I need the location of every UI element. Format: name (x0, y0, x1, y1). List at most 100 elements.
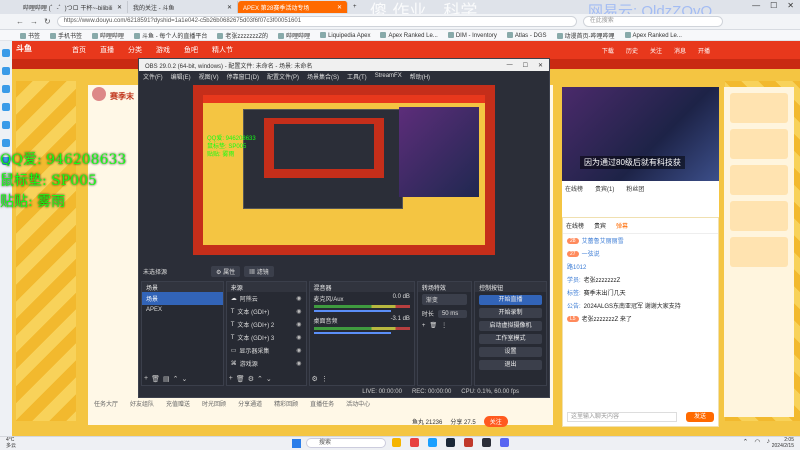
gift-item[interactable] (730, 237, 788, 267)
weather-widget[interactable]: 4°C 多云 (6, 437, 16, 449)
more-icon[interactable]: ⋮ (441, 322, 447, 329)
taskbar-clock[interactable]: 2:05 2024/2/15 (772, 437, 794, 449)
add-icon[interactable]: + (144, 375, 148, 383)
settings-icon[interactable]: ⚙ (312, 375, 318, 383)
source-item[interactable]: ▭ 显示器采集 ◉ (227, 344, 306, 357)
bookmark-item[interactable]: Apex Ranked Le... (624, 31, 682, 39)
visibility-icon[interactable]: ◉ (296, 295, 301, 302)
forward-icon[interactable]: → (30, 17, 38, 26)
bookmark-item[interactable]: 哔哩哔哩 (278, 31, 310, 40)
bookmark-item[interactable]: 手机书签 (50, 31, 82, 40)
chat-input[interactable]: 这里输入聊天内容 (567, 412, 677, 422)
add-icon[interactable]: + (229, 375, 233, 383)
address-input[interactable]: https://www.douyu.com/6218591?dyshid=1a1… (56, 16, 577, 27)
trash-icon[interactable]: 🗑 (151, 375, 160, 383)
stream-tool[interactable]: 分享通道 (238, 399, 262, 408)
menu-item[interactable]: 编辑(E) (171, 72, 191, 81)
sidebar-app-icon[interactable] (2, 121, 10, 129)
video-info-item[interactable]: 在线榜 (565, 184, 583, 193)
video-info-item[interactable]: 贵宾(1) (595, 184, 614, 193)
settings-button[interactable]: 设置 (479, 347, 542, 357)
source-item[interactable]: ⌘ 游戏源 ◉ (227, 357, 306, 370)
obs-preview[interactable]: QQ爱: 946208633 鼠标垫: SP005 贴贴: 雾雨 (193, 85, 495, 255)
bookmark-item[interactable]: DIM - Inventory (447, 31, 497, 39)
bookmark-item[interactable]: 老张zzzzzzzZ的 (217, 31, 268, 40)
follow-button[interactable]: 关注 (483, 416, 508, 427)
bookmark-item[interactable]: 哔哩哔哩 (92, 31, 124, 40)
volume-slider[interactable] (313, 310, 391, 312)
visibility-icon[interactable]: ◉ (296, 308, 301, 315)
gift-item[interactable] (730, 165, 788, 195)
start-streaming-button[interactable]: 开始直播 (479, 295, 542, 305)
transition-select[interactable]: 渐变 (421, 294, 468, 305)
nav-item[interactable]: 游戏 (156, 45, 170, 55)
steam-icon[interactable] (446, 438, 455, 447)
chat-username[interactable]: 艾蕾鲁艾丽丽雪 (582, 236, 624, 245)
trash-icon[interactable]: 🗑 (429, 322, 437, 329)
bookmark-item[interactable]: Apex Ranked Le... (380, 31, 438, 39)
bookmark-item[interactable]: Atlas - DGS (506, 31, 547, 39)
wifi-icon[interactable]: ◠ (754, 438, 760, 446)
visibility-icon[interactable]: ◉ (296, 347, 301, 354)
stream-tool[interactable]: 任务大厅 (94, 399, 118, 408)
site-logo[interactable]: 斗鱼 (16, 43, 32, 54)
visibility-icon[interactable]: ◉ (296, 334, 301, 341)
nav-item[interactable]: 精人节 (212, 45, 233, 55)
nav-item[interactable]: 鱼吧 (184, 45, 198, 55)
gear-icon[interactable]: ⚙ (248, 375, 254, 383)
browser-tab-active[interactable]: APEX 第28赛季活动专场 ✕ (238, 1, 348, 13)
filters-button[interactable]: ▦ 滤镜 (244, 265, 274, 277)
send-button[interactable]: 发送 (686, 412, 714, 422)
windows-start-icon[interactable] (292, 439, 301, 448)
close-button[interactable]: ✕ (787, 1, 794, 10)
gift-item[interactable] (730, 201, 788, 231)
sidebar-app-icon[interactable] (2, 67, 10, 75)
taskbar-search[interactable]: 搜索 (306, 438, 386, 448)
chat-username[interactable]: 学员: (567, 275, 581, 284)
source-item[interactable]: T 文本 (GDI+) ◉ (227, 305, 306, 318)
stream-tool[interactable]: 充值赠送 (166, 399, 190, 408)
trash-icon[interactable]: 🗑 (236, 375, 245, 383)
visibility-icon[interactable]: ◉ (296, 321, 301, 328)
browser-icon[interactable] (428, 438, 437, 447)
nav-right-item[interactable]: 消息 (674, 46, 686, 55)
scene-item[interactable]: APEX (142, 305, 223, 315)
maximize-button[interactable]: ☐ (523, 62, 528, 69)
source-item[interactable]: ☁ 阿熊云 ◉ (227, 292, 306, 305)
sidebar-app-icon[interactable] (2, 139, 10, 147)
filter-icon[interactable]: ▤ (163, 375, 170, 383)
menu-item[interactable]: 工具(T) (347, 72, 367, 81)
chat-app-icon[interactable] (500, 438, 509, 447)
bookmark-item[interactable]: 书签 (20, 31, 40, 40)
browser-tab[interactable]: 哔哩哔哩 (゜-゜)つロ 干杯~-bilibili ✕ (18, 1, 128, 13)
app-icon[interactable] (410, 438, 419, 447)
menu-item[interactable]: 视图(V) (199, 72, 219, 81)
refresh-icon[interactable]: ↻ (44, 17, 51, 26)
close-icon[interactable]: ✕ (227, 4, 232, 11)
stream-tool[interactable]: 活动中心 (346, 399, 370, 408)
start-recording-button[interactable]: 开始录制 (479, 308, 542, 318)
chat-tab[interactable]: 在线榜 (566, 221, 584, 230)
up-icon[interactable]: ⌃ (173, 375, 179, 383)
nav-item[interactable]: 分类 (128, 45, 142, 55)
video-info-item[interactable]: 粉丝团 (626, 184, 644, 193)
browser-tab[interactable]: 我的关注 - 斗鱼 ✕ (128, 1, 238, 13)
visibility-icon[interactable]: ◉ (296, 360, 301, 367)
properties-button[interactable]: ⚙ 属性 (211, 265, 241, 277)
nav-item[interactable]: 直播 (100, 45, 114, 55)
exit-button[interactable]: 退出 (479, 360, 542, 370)
down-icon[interactable]: ⌄ (266, 375, 272, 383)
menu-item[interactable]: StreamFX (375, 73, 402, 79)
chat-username[interactable]: 一弦说 (582, 249, 600, 258)
close-button[interactable]: ✕ (538, 62, 543, 69)
nav-right-item[interactable]: 开播 (698, 46, 710, 55)
close-icon[interactable]: ✕ (117, 4, 122, 11)
add-icon[interactable]: + (422, 323, 426, 329)
up-icon[interactable]: ⌃ (257, 375, 263, 383)
duration-input[interactable]: 50 ms (437, 309, 468, 318)
bookmark-item[interactable]: Liquipedia Apex (320, 31, 370, 39)
chevron-up-icon[interactable]: ⌃ (743, 438, 749, 446)
menu-item[interactable]: 配置文件(P) (267, 72, 299, 81)
stream-tool[interactable]: 时光回顾 (202, 399, 226, 408)
source-item[interactable]: T 文本 (GDI+) 2 ◉ (227, 318, 306, 331)
